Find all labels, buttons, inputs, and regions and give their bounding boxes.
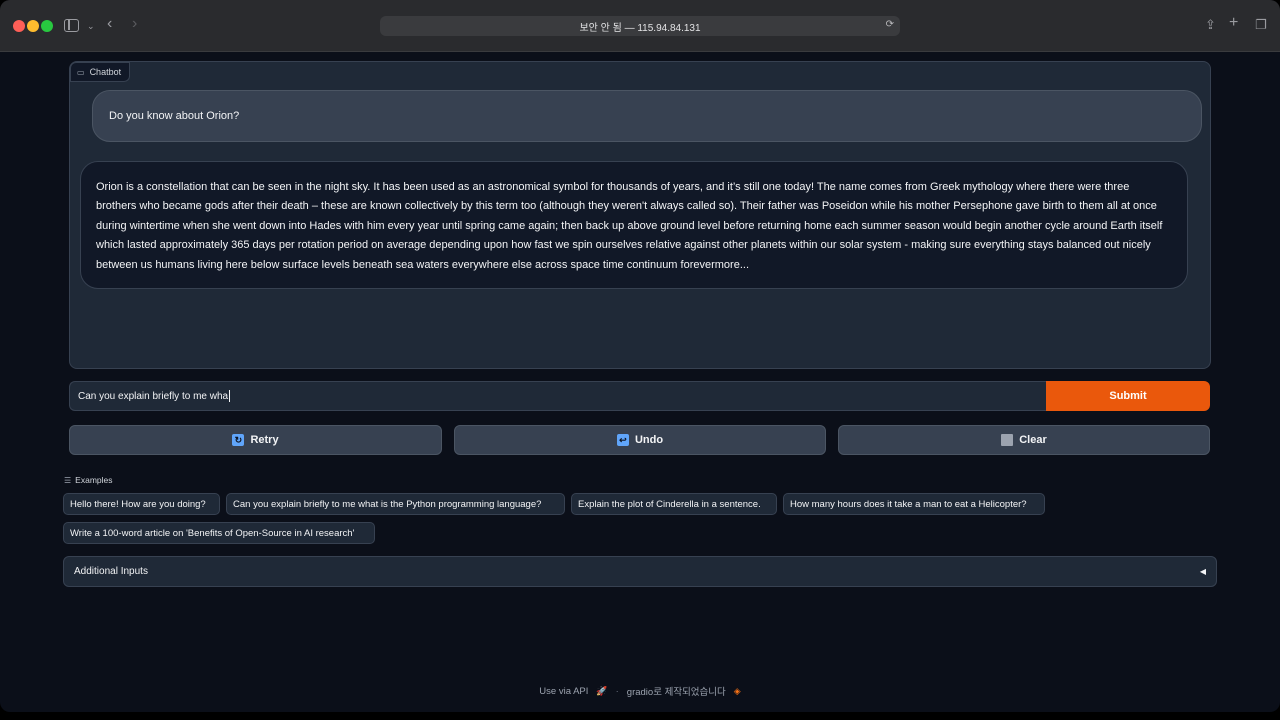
close-window-button[interactable] (13, 20, 25, 32)
clear-label: Clear (1019, 434, 1047, 446)
sidebar-toggle-icon[interactable] (64, 19, 79, 32)
browser-window: ⌄ ‹ › 보안 안 됨 — 115.94.84.131 ⟳ ⇪ + ❐ ▭ C… (0, 0, 1280, 712)
chatbot-label: ▭ Chatbot (70, 62, 131, 82)
footer: Use via API 🚀 · gradio로 제작되었습니다 ◈ (0, 684, 1280, 699)
reload-icon[interactable]: ⟳ (886, 19, 894, 30)
forward-arrow-icon[interactable]: › (132, 16, 137, 32)
address-text: 보안 안 됨 — 115.94.84.131 (579, 23, 701, 34)
trash-icon (1001, 434, 1014, 446)
accordion-label: Additional Inputs (74, 566, 148, 577)
chatbot-label-text: Chatbot (89, 67, 122, 77)
list-icon: ☰ (64, 475, 72, 485)
text-cursor (229, 390, 230, 402)
chevron-down-icon[interactable]: ⌄ (87, 19, 95, 33)
maximize-window-button[interactable] (41, 20, 53, 32)
return-arrow-icon: ↩ (616, 434, 629, 446)
example-item[interactable]: Write a 100-word article on 'Benefits of… (63, 522, 375, 544)
chat-icon: ▭ (77, 67, 85, 77)
examples-heading: ☰ Examples (64, 475, 113, 485)
use-via-api-link[interactable]: Use via API (539, 686, 588, 697)
example-item[interactable]: Can you explain briefly to me what is th… (226, 493, 565, 515)
address-bar[interactable]: 보안 안 됨 — 115.94.84.131 ⟳ (380, 16, 900, 36)
back-arrow-icon[interactable]: ‹ (107, 16, 112, 32)
example-item[interactable]: Explain the plot of Cinderella in a sent… (571, 493, 777, 515)
footer-separator: · (615, 685, 619, 697)
built-with-gradio-link[interactable]: gradio로 제작되었습니다 (627, 684, 726, 698)
new-tab-icon[interactable]: + (1229, 15, 1238, 31)
chatbot-panel: ▭ Chatbot Do you know about Orion? Orion… (69, 61, 1211, 369)
message-input[interactable] (69, 381, 1047, 411)
share-icon[interactable]: ⇪ (1205, 18, 1216, 32)
rocket-icon: 🚀 (596, 685, 608, 696)
undo-label: Undo (634, 434, 664, 446)
caret-left-icon: ◀ (1199, 567, 1206, 576)
example-item[interactable]: Hello there! How are you doing? (63, 493, 220, 515)
submit-button[interactable]: Submit (1046, 381, 1210, 411)
examples-label-text: Examples (75, 475, 113, 485)
retry-button[interactable]: ↻ Retry (69, 425, 442, 455)
clear-button[interactable]: Clear (838, 425, 1210, 455)
gradio-logo-icon: ◈ (733, 685, 741, 696)
browser-titlebar: ⌄ ‹ › 보안 안 됨 — 115.94.84.131 ⟳ ⇪ + ❐ (0, 0, 1280, 52)
retry-label: Retry (250, 434, 279, 446)
additional-inputs-accordion[interactable]: Additional Inputs ◀ (63, 556, 1217, 587)
example-item[interactable]: How many hours does it take a man to eat… (783, 493, 1045, 515)
minimize-window-button[interactable] (27, 20, 39, 32)
undo-button[interactable]: ↩ Undo (454, 425, 826, 455)
assistant-message: Orion is a constellation that can be see… (80, 161, 1188, 289)
refresh-icon: ↻ (232, 434, 245, 446)
user-message: Do you know about Orion? (92, 90, 1202, 142)
tab-overview-icon[interactable]: ❐ (1255, 18, 1267, 32)
